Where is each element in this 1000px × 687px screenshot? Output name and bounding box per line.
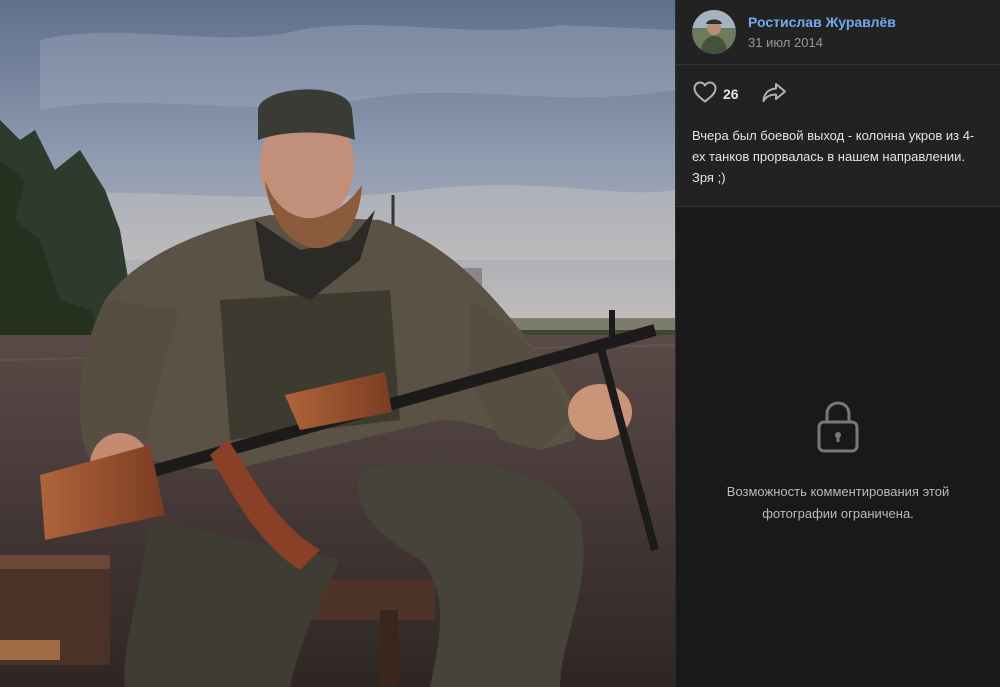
share-button[interactable] (761, 81, 787, 108)
post-photo[interactable] (0, 0, 675, 687)
post-date[interactable]: 31 июл 2014 (748, 34, 896, 52)
comments-restricted-text: Возможность комментирования этой фотогра… (726, 483, 950, 521)
author-avatar[interactable] (692, 10, 736, 54)
author-meta: Ростислав Журавлёв 31 июл 2014 (748, 13, 896, 52)
post-caption: Вчера был боевой выход - колонна укров и… (676, 123, 1000, 207)
post-author-header: Ростислав Журавлёв 31 июл 2014 (676, 0, 1000, 65)
photo-viewer: Ростислав Журавлёв 31 июл 2014 26 Вчера … (0, 0, 1000, 687)
share-arrow-icon (761, 81, 787, 108)
photo-image (0, 0, 675, 687)
comments-section: Возможность комментирования этой фотогра… (676, 207, 1000, 687)
post-side-panel: Ростислав Журавлёв 31 июл 2014 26 Вчера … (675, 0, 1000, 687)
author-name-link[interactable]: Ростислав Журавлёв (748, 13, 896, 31)
lock-icon (816, 400, 860, 459)
post-actions: 26 (676, 65, 1000, 123)
like-count: 26 (723, 86, 739, 102)
like-button[interactable]: 26 (692, 80, 739, 109)
heart-icon (692, 80, 718, 109)
